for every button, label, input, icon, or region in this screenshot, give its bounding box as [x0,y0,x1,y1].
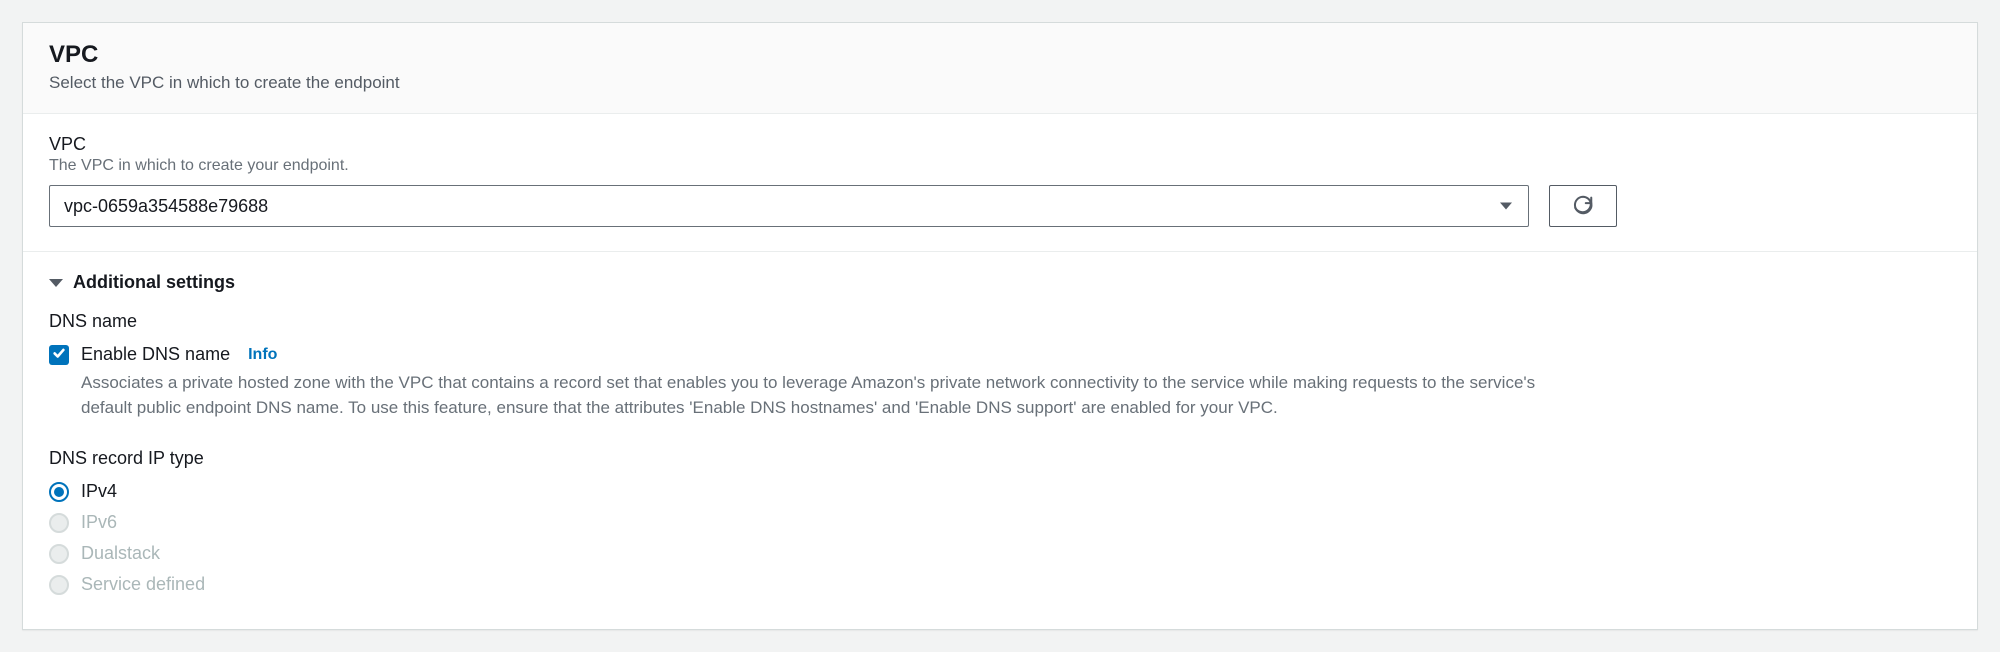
radio-dualstack-row: Dualstack [49,543,1951,564]
refresh-button[interactable] [1549,185,1617,227]
radio-ipv4-row: IPv4 [49,481,1951,502]
checkmark-icon [52,344,66,365]
radio-ipv4-label: IPv4 [81,481,117,502]
additional-settings-toggle[interactable]: Additional settings [49,272,1951,293]
radio-ipv4[interactable] [49,482,69,502]
vpc-select-section: VPC The VPC in which to create your endp… [23,114,1977,252]
panel-title: VPC [49,41,1951,69]
vpc-field-label: VPC [49,134,1951,155]
panel-header: VPC Select the VPC in which to create th… [23,23,1977,114]
vpc-field-hint: The VPC in which to create your endpoint… [49,157,1951,175]
radio-service-defined-row: Service defined [49,574,1951,595]
vpc-select-wrapper: vpc-0659a354588e79688 [49,185,1529,227]
enable-dns-name-description: Associates a private hosted zone with th… [81,371,1581,420]
vpc-panel: VPC Select the VPC in which to create th… [22,22,1978,630]
radio-dualstack-label: Dualstack [81,543,160,564]
enable-dns-name-row: Enable DNS name Info [49,344,1951,365]
vpc-select[interactable]: vpc-0659a354588e79688 [49,185,1529,227]
additional-settings-title: Additional settings [73,272,235,293]
info-link[interactable]: Info [248,346,277,364]
radio-ipv6-label: IPv6 [81,512,117,533]
caret-down-icon [49,279,63,287]
panel-subtitle: Select the VPC in which to create the en… [49,73,1951,93]
radio-service-defined-label: Service defined [81,574,205,595]
radio-service-defined [49,575,69,595]
enable-dns-name-checkbox[interactable] [49,345,69,365]
radio-dualstack [49,544,69,564]
dns-record-ip-type-heading: DNS record IP type [49,448,1951,469]
radio-ipv6 [49,513,69,533]
enable-dns-name-label: Enable DNS name [81,344,230,365]
vpc-select-row: vpc-0659a354588e79688 [49,185,1951,227]
radio-ipv6-row: IPv6 [49,512,1951,533]
refresh-icon [1572,194,1594,219]
dns-name-heading: DNS name [49,311,1951,332]
dns-record-ip-type-group: DNS record IP type IPv4 IPv6 Dualstack S… [49,448,1951,595]
additional-settings-section: Additional settings DNS name Enable DNS … [23,252,1977,629]
